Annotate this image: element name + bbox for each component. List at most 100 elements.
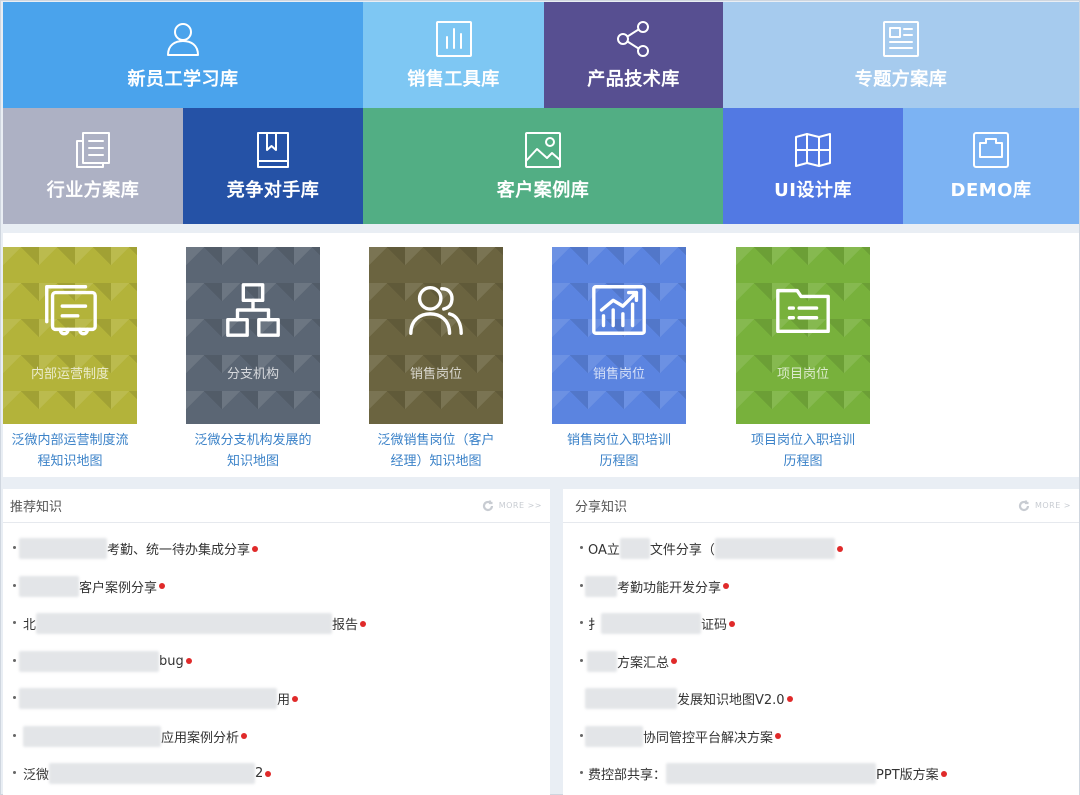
tile-demo[interactable]: DEMO库 [903,108,1079,224]
more-link[interactable]: MORE > [1018,500,1071,512]
list-item[interactable]: bug [3,643,550,681]
folder-icon [776,288,830,334]
item-title-prefix: 费控部共享： [588,768,667,784]
map-title-line: 知识地图 [226,454,279,469]
list-item[interactable]: 扌 证码 [563,605,1079,643]
new-dot [940,770,947,777]
map-title-line: 程知识地图 [37,454,103,469]
map-card-internal-ops[interactable]: 内部运营制度 泛微内部运营制度流 程知识地图 [0,247,170,477]
redacted-text [585,575,617,597]
newspaper-icon [881,19,921,59]
map-title[interactable]: 泛微内部运营制度流 程知识地图 [0,430,170,472]
map-icon [793,130,833,170]
list-item[interactable]: 考勤、统一待办集成分享 [3,530,550,568]
tile-label: 销售工具库 [407,69,500,90]
panel-title: 分享知识 [575,500,628,515]
map-title[interactable]: 泛微销售岗位（客户 经理）知识地图 [336,430,536,472]
redacted-text [19,575,79,597]
more-link[interactable]: MORE >> [482,500,542,512]
list-item[interactable]: 发展知识地图V2.0 [563,680,1079,718]
item-title-prefix: 北 [23,618,37,634]
map-title-line: 历程图 [599,454,639,469]
map-title[interactable]: 项目岗位入职培训 历程图 [703,430,903,472]
redacted-text [714,538,835,560]
map-thumbnail[interactable]: 项目岗位 [736,247,870,424]
map-thumbnail[interactable]: 分支机构 [186,247,320,424]
redacted-text [619,538,650,560]
panel-header: 分享知识 MORE > [563,489,1079,523]
redacted-text [666,763,877,785]
list-item[interactable]: OA立 文件分享（ [563,530,1079,568]
new-dot [265,770,272,777]
map-thumbnail-caption: 内部运营制度 [30,367,109,382]
map-thumbnail-caption: 销售岗位 [409,367,462,382]
map-thumbnail[interactable]: 内部运营制度 [3,247,137,424]
ethernet-port-icon [971,130,1011,170]
tile-topic-solutions[interactable]: 专题方案库 [723,2,1079,108]
tile-competitors[interactable]: 竞争对手库 [183,108,363,224]
list-item[interactable]: 用 [3,680,550,718]
new-dot [360,620,367,627]
redacted-text [587,650,617,672]
tile-label: 行业方案库 [46,180,140,201]
review-icon [45,285,97,336]
share-icon [614,19,654,59]
map-card-sales-onboarding[interactable]: 销售岗位 销售岗位入职培训 历程图 [519,247,719,477]
tile-new-employee[interactable]: 新员工学习库 [3,2,363,108]
map-thumbnail[interactable]: 销售岗位 [552,247,686,424]
tile-product-tech[interactable]: 产品技术库 [544,2,723,108]
item-title: PPT版方案 [876,768,939,784]
list-item[interactable]: 客户案例分享 [3,568,550,606]
list-item[interactable]: 协同管控平台解决方案 [563,718,1079,756]
item-title-prefix: OA立 [588,543,620,559]
knowledge-maps: 内部运营制度 泛微内部运营制度流 程知识地图 分支机构 泛微分支机构发展的 知识… [3,233,1079,477]
map-card-branches[interactable]: 分支机构 泛微分支机构发展的 知识地图 [153,247,353,477]
map-title-line: 泛微销售岗位（客户 [377,433,495,448]
item-title: 客户案例分享 [79,580,158,596]
list-item[interactable]: 北 报告 [3,605,550,643]
map-title[interactable]: 销售岗位入职培训 历程图 [519,430,719,472]
document-icon [73,130,113,170]
tile-label: 新员工学习库 [127,69,239,90]
map-thumbnail[interactable]: 销售岗位 [369,247,503,424]
tile-industry-solutions[interactable]: 行业方案库 [3,108,183,224]
refresh-icon [482,500,493,511]
shared-list: OA立 文件分享（ 考勤功能开发分享 扌 证码 方案汇总 发展知识地图V2.0 … [563,523,1079,793]
map-thumbnail-caption: 分支机构 [226,367,279,382]
map-title-line: 经理）知识地图 [390,454,482,469]
tile-label: 竞争对手库 [226,180,320,201]
redacted-text [36,613,333,635]
list-item[interactable]: 应用案例分析 [3,718,550,756]
new-dot [292,695,299,702]
tile-customer-cases[interactable]: 客户案例库 [363,108,723,224]
list-item[interactable]: 泛微 2 [3,755,550,793]
tile-label: 产品技术库 [587,69,680,90]
map-title-line: 历程图 [783,454,823,469]
redacted-text [585,688,677,710]
redacted-text [19,538,107,560]
redacted-text [23,725,161,747]
item-title: 文件分享（ [649,543,715,559]
tile-sales-tools[interactable]: 销售工具库 [363,2,544,108]
new-dot [775,733,782,740]
map-card-sales-position[interactable]: 销售岗位 泛微销售岗位（客户 经理）知识地图 [336,247,536,477]
new-dot [729,620,736,627]
map-card-project-onboarding[interactable]: 项目岗位 项目岗位入职培训 历程图 [703,247,903,477]
new-dot [786,695,793,702]
redacted-text [19,650,159,672]
map-title-line: 销售岗位入职培训 [566,433,671,448]
more-label: MORE >> [498,501,542,510]
new-dot [723,583,730,590]
more-label: MORE > [1034,501,1071,510]
list-item[interactable]: 考勤功能开发分享 [563,568,1079,606]
list-item[interactable]: 费控部共享： PPT版方案 [563,755,1079,793]
redacted-text [585,725,643,747]
refresh-icon [1018,500,1030,511]
list-item[interactable]: 方案汇总 [563,643,1079,681]
map-title[interactable]: 泛微分支机构发展的 知识地图 [153,430,353,472]
item-title: 证码 [701,618,728,634]
tile-ui-design[interactable]: UI设计库 [723,108,903,224]
redacted-text [601,613,702,635]
item-title: 报告 [332,618,359,634]
people-icon [409,286,463,335]
